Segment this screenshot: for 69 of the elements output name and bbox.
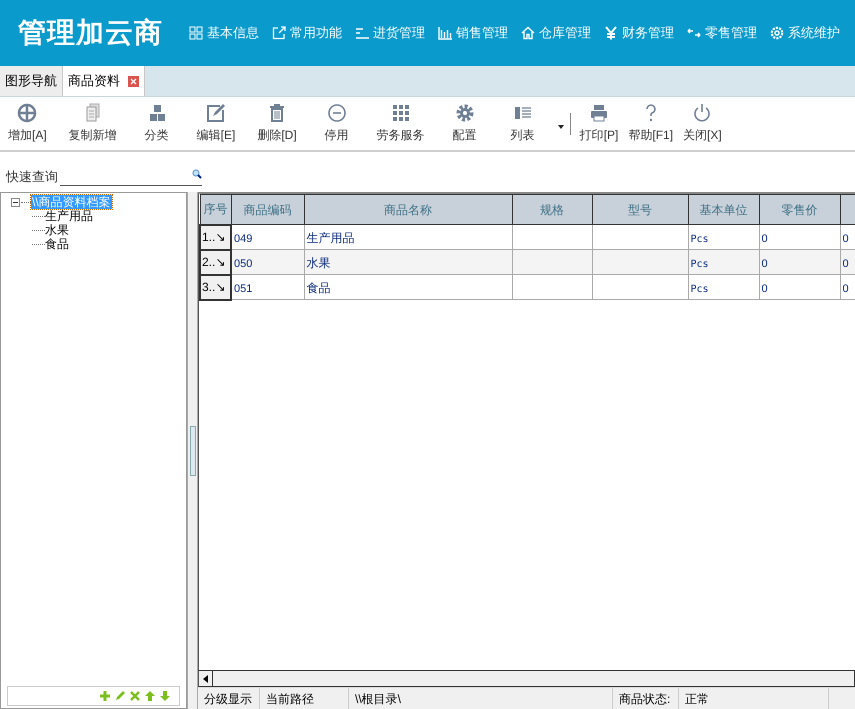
search-label: 快速查询 [6,168,58,186]
table-cell: 食品 [304,274,512,300]
column-header[interactable]: 商品编码 [231,194,304,224]
toolbar-button[interactable]: 劳务服务 [372,103,430,144]
table-cell: 0 [759,274,840,300]
toolbar-button[interactable]: 复制新增 [64,103,122,144]
status-text: 分级显示 [198,688,260,709]
gear-icon [454,103,475,123]
caret-icon[interactable] [558,124,564,128]
search-field[interactable] [60,169,202,186]
cross-icon [129,690,141,702]
home-icon [521,26,535,40]
toolbar-button[interactable]: 删除[D] [252,103,302,144]
column-header[interactable]: 商品名称 [304,194,512,224]
tab[interactable]: 图形导航 [0,66,63,96]
column-header[interactable]: 序号 [200,194,231,224]
toolbar-button[interactable]: 列表 [500,103,546,144]
toolbar-button[interactable]: 配置 [442,103,488,144]
left-arrow-icon [203,674,208,682]
edit-icon [206,103,226,123]
tree-item[interactable]: 生产用品 [45,209,93,223]
table-row[interactable]: 2..↘ 050 水果 Pcs 0 0 [200,250,855,274]
toolbar-button[interactable]: 编辑[E] [192,103,240,144]
table-cell: Pcs [688,274,759,300]
column-header[interactable]: 型号 [592,194,688,224]
toolbar-button[interactable]: 分类 [134,103,180,144]
lines-icon [355,26,369,40]
table-row[interactable]: 3..↘ 051 食品 Pcs 0 0 [200,274,855,300]
minus-circle-icon [326,103,347,123]
status-text: 正常 [679,688,829,709]
status-text: \\根目录\ [349,688,613,709]
dots-grid-icon [390,103,411,123]
collapse-toggle[interactable] [11,198,20,206]
grid-icon [189,26,203,40]
table-cell: 051 [231,274,304,300]
row-number[interactable]: 3..↘ [200,274,231,300]
printer-icon [589,103,610,123]
toolbar-button[interactable]: 关闭[X] [678,103,727,144]
column-header[interactable]: 基本单位 [688,194,759,224]
toolbar-button[interactable]: 停用 [314,103,360,144]
swap-arrows-icon [687,26,701,40]
close-icon[interactable] [128,76,139,86]
tree-item[interactable]: 食品 [45,237,69,251]
search-icon [192,169,202,179]
row-number[interactable]: 1..↘ [200,224,231,250]
toolbar-button[interactable]: 增加[A] [3,103,52,144]
splitter-handle[interactable] [190,426,196,476]
plus-circle-icon [17,103,38,123]
horizontal-scrollbar[interactable] [198,670,855,687]
yen-icon [604,26,618,40]
tab[interactable]: 商品资料 [63,66,145,96]
tree-item[interactable]: 水果 [45,223,69,237]
bar-chart-icon [438,26,452,40]
table-row[interactable]: 1..↘ 049 生产用品 Pcs 0 0 [200,224,855,250]
external-link-icon [272,26,286,40]
row-number[interactable]: 2..↘ [200,250,231,274]
toolbar-button[interactable]: 帮助[F1] [623,103,678,144]
up-arrow-icon [144,690,156,702]
pencil-icon [114,690,126,702]
down-arrow-icon [159,690,171,702]
power-icon [692,103,712,123]
gear-icon [770,26,784,40]
plus-icon [99,690,111,702]
column-header[interactable]: 零售价 [759,194,840,224]
toolbar-button[interactable]: 打印[P] [574,103,624,144]
app-logo: 管理加云商 [18,16,163,50]
status-text: 当前路径 [260,688,349,709]
column-header[interactable]: 规格 [512,194,592,224]
status-text: 商品状态: [613,688,679,709]
